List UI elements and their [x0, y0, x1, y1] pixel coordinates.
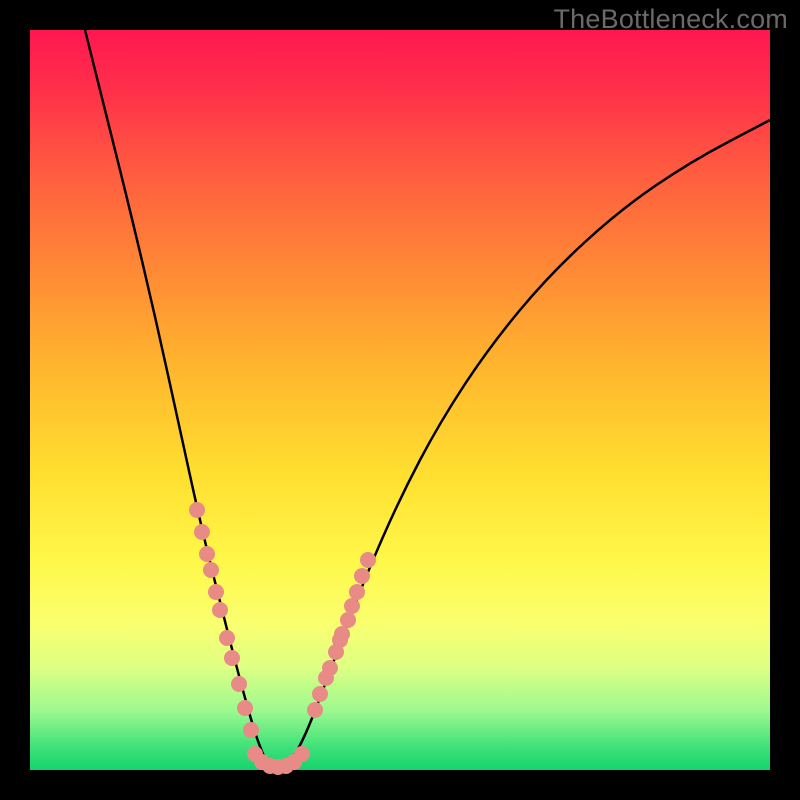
data-marker	[344, 598, 360, 614]
data-marker	[219, 630, 235, 646]
data-marker	[294, 746, 310, 762]
data-marker	[354, 568, 370, 584]
data-marker	[194, 524, 210, 540]
data-marker	[322, 660, 338, 676]
data-marker	[224, 650, 240, 666]
data-marker	[307, 702, 323, 718]
watermark-text: TheBottleneck.com	[553, 4, 788, 35]
data-marker	[237, 700, 253, 716]
data-marker	[231, 676, 247, 692]
data-marker	[349, 584, 365, 600]
data-marker	[332, 632, 348, 648]
data-marker	[360, 552, 376, 568]
data-marker	[312, 686, 328, 702]
markers-bottom-cluster	[247, 746, 310, 775]
right-curve	[285, 120, 770, 768]
data-marker	[340, 612, 356, 628]
markers-right-cluster	[307, 552, 376, 718]
data-marker	[243, 722, 259, 738]
plot-area	[30, 30, 770, 770]
data-marker	[199, 546, 215, 562]
data-marker	[212, 602, 228, 618]
data-marker	[203, 562, 219, 578]
chart-svg	[30, 30, 770, 770]
left-curve	[85, 30, 272, 768]
data-marker	[189, 502, 205, 518]
data-marker	[208, 584, 224, 600]
chart-canvas: TheBottleneck.com	[0, 0, 800, 800]
